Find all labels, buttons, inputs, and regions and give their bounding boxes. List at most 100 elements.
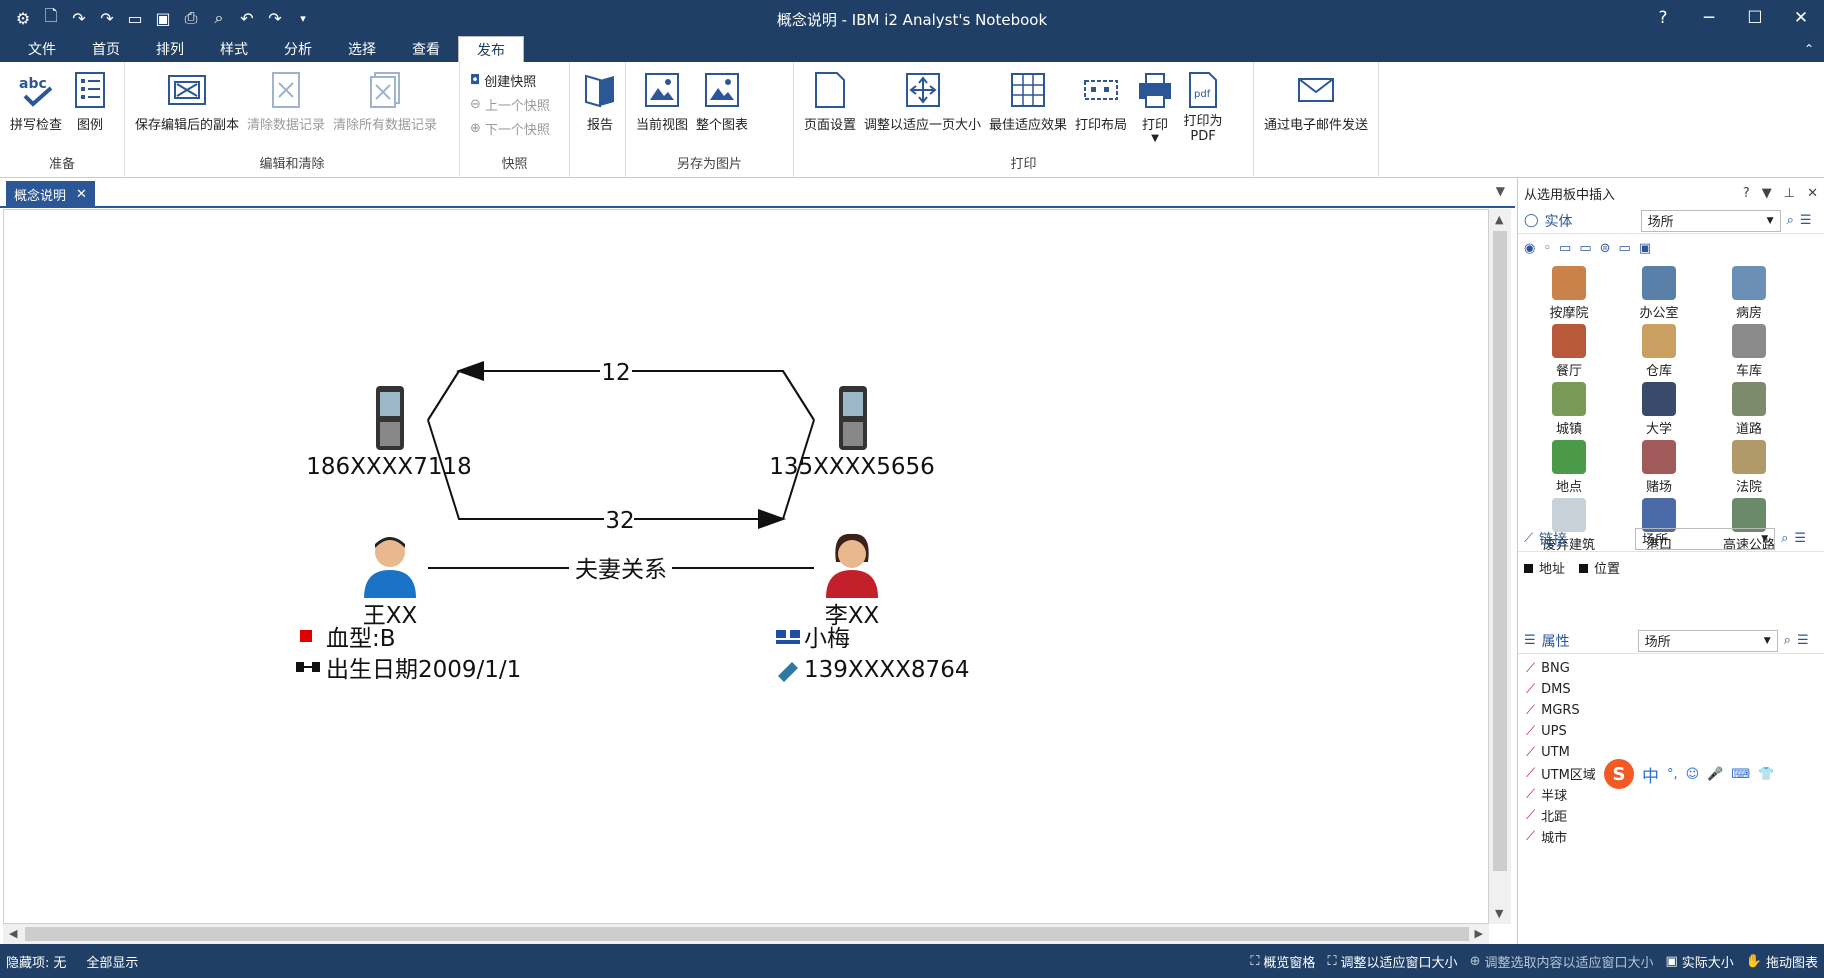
help-button[interactable]: ? (1640, 0, 1686, 36)
phone-icon-1[interactable] (376, 386, 404, 450)
entity-item[interactable]: 地点 (1524, 440, 1614, 498)
show-all-button[interactable]: 全部显示 (80, 952, 144, 971)
tab-select[interactable]: 选择 (330, 36, 394, 62)
legend-button[interactable]: 图例 (66, 68, 114, 135)
send-email-button[interactable]: 通过电子邮件发送 (1260, 68, 1372, 135)
link-option-location[interactable]: 位置 (1579, 558, 1620, 577)
attr-mobile[interactable]: 139XXXX8764 (804, 657, 969, 683)
tab-file[interactable]: 文件 (10, 36, 74, 62)
horizontal-scrollbar[interactable]: ◀ ▶ (3, 924, 1489, 944)
attr-alias[interactable]: 小梅 (804, 626, 850, 652)
scroll-down-icon[interactable]: ▼ (1495, 907, 1503, 920)
print-dropdown-icon[interactable]: ▼ (1151, 133, 1159, 144)
link-search-icon[interactable]: ⌕ (1781, 531, 1788, 546)
entity-item[interactable]: 办公室 (1614, 266, 1704, 324)
attribute-menu-icon[interactable]: ☰ (1797, 633, 1809, 648)
actual-size-button[interactable]: ▣ 实际大小 (1659, 952, 1739, 971)
chart-canvas[interactable]: 12 32 186XXXX7118 135XXXX5656 夫妻关系 王XX 李… (3, 209, 1489, 924)
entity-item[interactable]: 法院 (1704, 440, 1794, 498)
tab-concept[interactable]: 概念说明 ✕ (6, 181, 95, 208)
attribute-list-item[interactable]: ⟋ 城市 (1526, 826, 1817, 847)
close-button[interactable]: ✕ (1778, 0, 1824, 36)
tab-arrange[interactable]: 排列 (138, 36, 202, 62)
fit-one-page-button[interactable]: 调整以适应一页大小 (860, 68, 985, 135)
collapse-ribbon-icon[interactable]: ⌃ (1804, 42, 1814, 56)
maximize-button[interactable]: ☐ (1732, 0, 1778, 36)
ime-chinese-mode[interactable]: 中 (1642, 762, 1659, 787)
next-snapshot-button[interactable]: ⊕ 下一个快照 (466, 116, 554, 140)
horizontal-scroll-thumb[interactable] (25, 927, 1469, 941)
tab-analyze[interactable]: 分析 (266, 36, 330, 62)
phone-icon-2[interactable] (839, 386, 867, 450)
link-label-top[interactable]: 12 (601, 360, 630, 386)
tab-list-dropdown-icon[interactable]: ▼ (1496, 184, 1505, 198)
attribute-type-select[interactable]: 场所 ▼ (1637, 629, 1778, 652)
clear-data-records-button[interactable]: 清除数据记录 (243, 68, 329, 135)
fit-selection-button[interactable]: ⊕ 调整选取内容以适应窗口大小 (1464, 952, 1660, 971)
link-list-icon[interactable]: ☰ (1794, 531, 1806, 546)
save-edited-copy-button[interactable]: 保存编辑后的副本 (131, 68, 243, 135)
attribute-list-item[interactable]: ⟋ DMS (1526, 679, 1817, 700)
ime-skin-icon[interactable]: 👕 (1758, 767, 1774, 782)
previous-snapshot-button[interactable]: ⊖ 上一个快照 (466, 92, 554, 116)
vertical-scroll-thumb[interactable] (1493, 231, 1507, 871)
scroll-up-icon[interactable]: ▲ (1495, 213, 1503, 226)
entity-item[interactable]: 城镇 (1524, 382, 1614, 440)
link-option-address[interactable]: 地址 (1524, 558, 1565, 577)
create-snapshot-button[interactable]: ◘ 创建快照 (466, 68, 540, 92)
vertical-scrollbar[interactable]: ▲ ▼ (1489, 209, 1511, 924)
person-icon-female[interactable] (826, 533, 878, 598)
page-setup-button[interactable]: 页面设置 (800, 68, 860, 135)
entity-item[interactable]: 大学 (1614, 382, 1704, 440)
tab-publish[interactable]: 发布 (458, 36, 524, 62)
attribute-search-icon[interactable]: ⌕ (1784, 633, 1791, 648)
scroll-left-icon[interactable]: ◀ (9, 927, 17, 940)
attribute-list-item[interactable]: ⟋ 北距 (1526, 805, 1817, 826)
box-style-icon[interactable]: ▭ (1559, 241, 1571, 256)
ime-keyboard-icon[interactable]: ⌨ (1731, 767, 1750, 782)
panel-menu-icon[interactable]: ▼ (1762, 186, 1772, 201)
entity-search-icon[interactable]: ⌕ (1787, 213, 1794, 228)
label-style-icon[interactable]: ▭ (1579, 241, 1591, 256)
tab-style[interactable]: 样式 (202, 36, 266, 62)
person-icon-male[interactable] (364, 537, 416, 598)
entity-item[interactable]: 赌场 (1614, 440, 1704, 498)
panel-help-icon[interactable]: ? (1743, 186, 1750, 201)
entity-item[interactable]: 按摩院 (1524, 266, 1614, 324)
overview-pane-button[interactable]: ⛶ 概览窗格 (1244, 952, 1321, 971)
print-pdf-button[interactable]: pdf 打印为 PDF (1179, 68, 1227, 146)
event-style-icon[interactable]: ▭ (1619, 241, 1631, 256)
scroll-right-icon[interactable]: ▶ (1475, 927, 1483, 940)
link-label-bottom[interactable]: 32 (605, 508, 634, 534)
ime-voice-icon[interactable]: 🎤 (1707, 767, 1723, 782)
entity-item[interactable]: 道路 (1704, 382, 1794, 440)
report-button[interactable]: 报告 (576, 68, 624, 135)
attr-birthdate[interactable]: 出生日期2009/1/1 (326, 657, 521, 683)
attribute-list-item[interactable]: ⟋ BNG (1526, 658, 1817, 679)
panel-close-icon[interactable]: ✕ (1807, 186, 1818, 201)
clear-all-data-records-button[interactable]: 清除所有数据记录 (329, 68, 441, 135)
print-button[interactable]: 打印 ▼ (1131, 68, 1179, 146)
tab-home[interactable]: 首页 (74, 36, 138, 62)
picture-style-icon[interactable]: ▣ (1639, 241, 1651, 256)
current-view-button[interactable]: 当前视图 (632, 68, 692, 135)
entity-list-icon[interactable]: ☰ (1800, 213, 1812, 228)
ime-punctuation[interactable]: °, (1667, 767, 1678, 782)
entity-item[interactable]: 餐厅 (1524, 324, 1614, 382)
whole-chart-button[interactable]: 整个图表 (692, 68, 752, 135)
circle-style-icon[interactable]: ◦ (1543, 241, 1551, 256)
theme-style-icon[interactable]: ⊜ (1600, 241, 1611, 256)
phone-label-1[interactable]: 186XXXX7118 (306, 454, 471, 480)
phone-label-2[interactable]: 135XXXX5656 (769, 454, 934, 480)
sogou-logo-icon[interactable]: S (1604, 759, 1634, 789)
fit-window-button[interactable]: ⛶ 调整以适应窗口大小 (1321, 952, 1463, 971)
attribute-list-item[interactable]: ⟋ MGRS (1526, 700, 1817, 721)
best-fit-button[interactable]: 最佳适应效果 (985, 68, 1071, 135)
tab-view[interactable]: 查看 (394, 36, 458, 62)
icon-style-icon[interactable]: ◉ (1524, 241, 1535, 256)
entity-item[interactable]: 病房 (1704, 266, 1794, 324)
entity-item[interactable]: 车库 (1704, 324, 1794, 382)
print-layout-button[interactable]: 打印布局 (1071, 68, 1131, 135)
entity-item[interactable]: 仓库 (1614, 324, 1704, 382)
attribute-list-item[interactable]: ⟋ UPS (1526, 721, 1817, 742)
